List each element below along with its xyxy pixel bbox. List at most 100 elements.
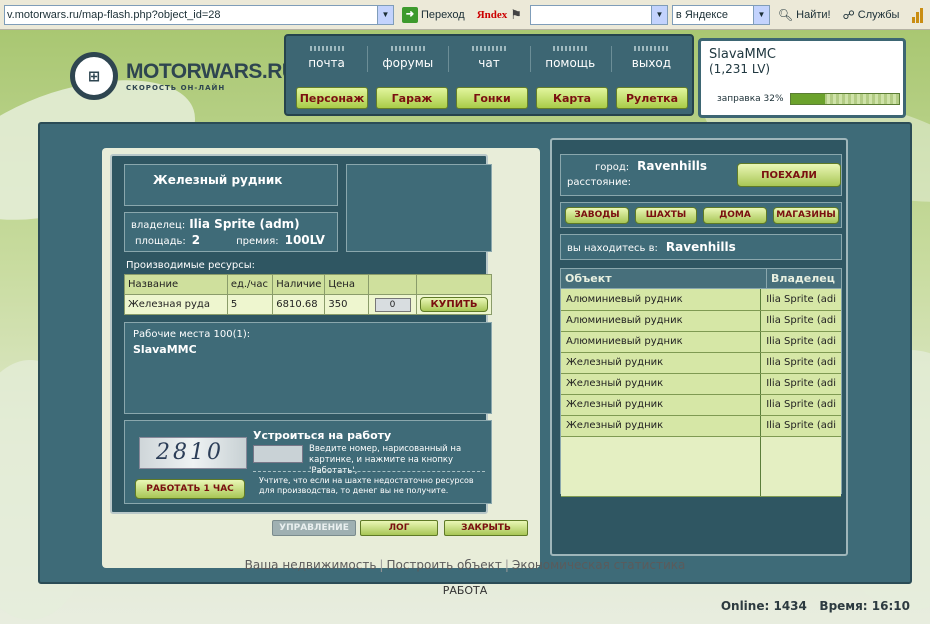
browser-toolbar: v.motorwars.ru/map-flash.php?object_id=2… xyxy=(0,0,930,30)
user-name[interactable]: SlavaMMC xyxy=(709,47,895,62)
map-button[interactable]: Карта xyxy=(536,87,608,109)
worker-name[interactable]: SlavaMMC xyxy=(133,343,197,356)
main-nav: почта форумы чат помощь выход Персонаж Г… xyxy=(284,34,694,116)
fuel-label: заправка 32% xyxy=(717,94,784,104)
object-owner[interactable]: Ilia Sprite (adi xyxy=(760,352,841,374)
nav-link-forums[interactable]: форумы xyxy=(367,46,448,72)
object-name[interactable]: Железный рудник xyxy=(561,373,762,395)
object-owner[interactable]: Ilia Sprite (adi xyxy=(760,310,841,332)
user-level: (1,231 LV) xyxy=(709,62,771,76)
arrow-right-icon: ➜ xyxy=(402,6,418,23)
empty-cell xyxy=(561,436,762,497)
site-logo[interactable]: ⊞ MOTORWARS.RU СКОРОСТЬ ОН-ЛАЙН xyxy=(70,52,297,100)
objects-list: Алюминиевый рудник Ilia Sprite (adi Алюми… xyxy=(561,289,841,497)
main-frame: Железный рудник владелец: Ilia Sprite (a… xyxy=(38,122,912,584)
tab-management[interactable]: УПРАВЛЕНИЕ xyxy=(272,520,356,536)
fuel-indicator: заправка 32% xyxy=(717,93,900,105)
object-image-box xyxy=(346,164,492,252)
nav-link-mail[interactable]: почта xyxy=(286,46,367,70)
object-panel: Железный рудник владелец: Ilia Sprite (a… xyxy=(110,154,492,514)
fuel-bar-fill xyxy=(790,94,826,104)
resource-rate: 5 xyxy=(226,294,274,315)
category-mines[interactable]: ШАХТЫ xyxy=(635,206,697,224)
category-houses[interactable]: ДОМА xyxy=(703,206,767,224)
buy-button[interactable]: КУПИТЬ xyxy=(420,297,488,312)
object-title: Железный рудник xyxy=(153,173,283,187)
nav-link-exit[interactable]: выход xyxy=(610,46,692,72)
object-name[interactable]: Железный рудник xyxy=(561,415,762,437)
table-row-empty xyxy=(561,436,841,497)
object-name[interactable]: Алюминиевый рудник xyxy=(561,331,762,353)
chevron-down-icon[interactable]: ▼ xyxy=(752,5,769,24)
object-owner[interactable]: Ilia Sprite (adi xyxy=(760,415,841,437)
object-name[interactable]: Железный рудник xyxy=(561,394,762,416)
object-name[interactable]: Алюминиевый рудник xyxy=(561,289,762,311)
table-row[interactable]: Железный рудник Ilia Sprite (adi xyxy=(561,394,841,416)
table-row[interactable]: Железный рудник Ilia Sprite (adi xyxy=(561,373,841,395)
separator: | xyxy=(379,558,384,572)
object-owner[interactable]: Ilia Sprite (adi xyxy=(760,331,841,353)
search-scope-select[interactable]: в Яндексе ▼ xyxy=(671,4,770,25)
chart-icon[interactable] xyxy=(912,7,926,23)
chevron-down-icon[interactable]: ▼ xyxy=(650,5,667,24)
quantity-input[interactable]: 0 xyxy=(374,297,411,312)
yandex-search-input[interactable]: ▼ xyxy=(529,4,668,25)
category-shops[interactable]: МАГАЗИНЫ xyxy=(773,206,839,224)
footer-link-stats[interactable]: Экономическая статистика xyxy=(512,558,685,572)
services-button[interactable]: ☍ Службы xyxy=(839,5,904,25)
races-button[interactable]: Гонки xyxy=(456,87,528,109)
col-owner-header[interactable]: Владелец xyxy=(767,269,841,288)
yandex-logo[interactable]: Яndex ⚑ xyxy=(473,5,526,25)
object-title-box: Железный рудник xyxy=(124,164,338,206)
go-button[interactable]: ➜ Переход xyxy=(398,5,469,25)
workplaces-box: Рабочие места 100(1): SlavaMMC xyxy=(124,322,492,414)
category-factories[interactable]: ЗАВОДЫ xyxy=(565,206,629,224)
location-box: вы находитесь в: Ravenhills xyxy=(560,234,842,260)
roulette-button[interactable]: Рулетка xyxy=(616,87,688,109)
close-button[interactable]: ЗАКРЫТЬ xyxy=(444,520,528,536)
nav-link-chat[interactable]: чат xyxy=(448,46,529,72)
status-text: РАБОТА xyxy=(442,584,488,597)
object-name[interactable]: Алюминиевый рудник xyxy=(561,310,762,332)
search-scope-value: в Яндексе xyxy=(675,8,728,21)
services-label: Службы xyxy=(857,8,900,21)
job-note: Учтите, что если на шахте недостаточно р… xyxy=(259,476,474,495)
city-label: город: xyxy=(595,162,630,173)
table-row[interactable]: Алюминиевый рудник Ilia Sprite (adi xyxy=(561,289,841,311)
object-owner[interactable]: Ilia Sprite (adi xyxy=(760,373,841,395)
object-name[interactable]: Железный рудник xyxy=(561,352,762,374)
garage-button[interactable]: Гараж xyxy=(376,87,448,109)
table-row[interactable]: Алюминиевый рудник Ilia Sprite (adi xyxy=(561,331,841,353)
work-button[interactable]: РАБОТАТЬ 1 ЧАС xyxy=(135,479,245,499)
travel-button[interactable]: ПОЕХАЛИ xyxy=(737,163,841,187)
resource-stock: 6810.68 xyxy=(272,294,326,315)
captcha-input[interactable] xyxy=(253,445,303,463)
table-row[interactable]: Железный рудник Ilia Sprite (adi xyxy=(561,415,841,437)
find-button[interactable]: 🔍︎ Найти! xyxy=(774,5,835,25)
resources-title: Производимые ресурсы: xyxy=(126,260,256,271)
address-bar[interactable]: v.motorwars.ru/map-flash.php?object_id=2… xyxy=(4,4,394,25)
empty-cell xyxy=(760,436,841,497)
time-value: 16:10 xyxy=(871,599,910,613)
footer-link-property[interactable]: Ваша недвижимость xyxy=(245,558,377,572)
footer-link-build[interactable]: Построить объект xyxy=(386,558,501,572)
owner-value[interactable]: Ilia Sprite (adm) xyxy=(189,217,299,231)
col-qty-header xyxy=(368,274,417,295)
nav-link-help[interactable]: помощь xyxy=(529,46,611,72)
tab-log[interactable]: ЛОГ xyxy=(360,520,438,536)
captcha-text: 2810 xyxy=(156,440,224,465)
objects-table-header: Объект Владелец xyxy=(561,269,841,289)
object-owner[interactable]: Ilia Sprite (adi xyxy=(760,394,841,416)
yandex-logo-text: Яndex xyxy=(476,8,508,21)
job-box: 2810 Устроиться на работу Введите номер,… xyxy=(124,420,492,504)
character-button[interactable]: Персонаж xyxy=(296,87,368,109)
col-object-header[interactable]: Объект xyxy=(561,269,767,288)
online-status: Online: 1434 Время: 16:10 xyxy=(721,599,910,613)
object-window: Железный рудник владелец: Ilia Sprite (a… xyxy=(102,148,540,568)
table-row[interactable]: Железный рудник Ilia Sprite (adi xyxy=(561,352,841,374)
object-owner[interactable]: Ilia Sprite (adi xyxy=(760,289,841,311)
table-row[interactable]: Алюминиевый рудник Ilia Sprite (adi xyxy=(561,310,841,332)
logo-subtitle: СКОРОСТЬ ОН-ЛАЙН xyxy=(126,84,226,92)
game-page: ⊞ MOTORWARS.RU СКОРОСТЬ ОН-ЛАЙН почта фо… xyxy=(0,30,930,624)
chevron-down-icon[interactable]: ▼ xyxy=(377,5,393,24)
